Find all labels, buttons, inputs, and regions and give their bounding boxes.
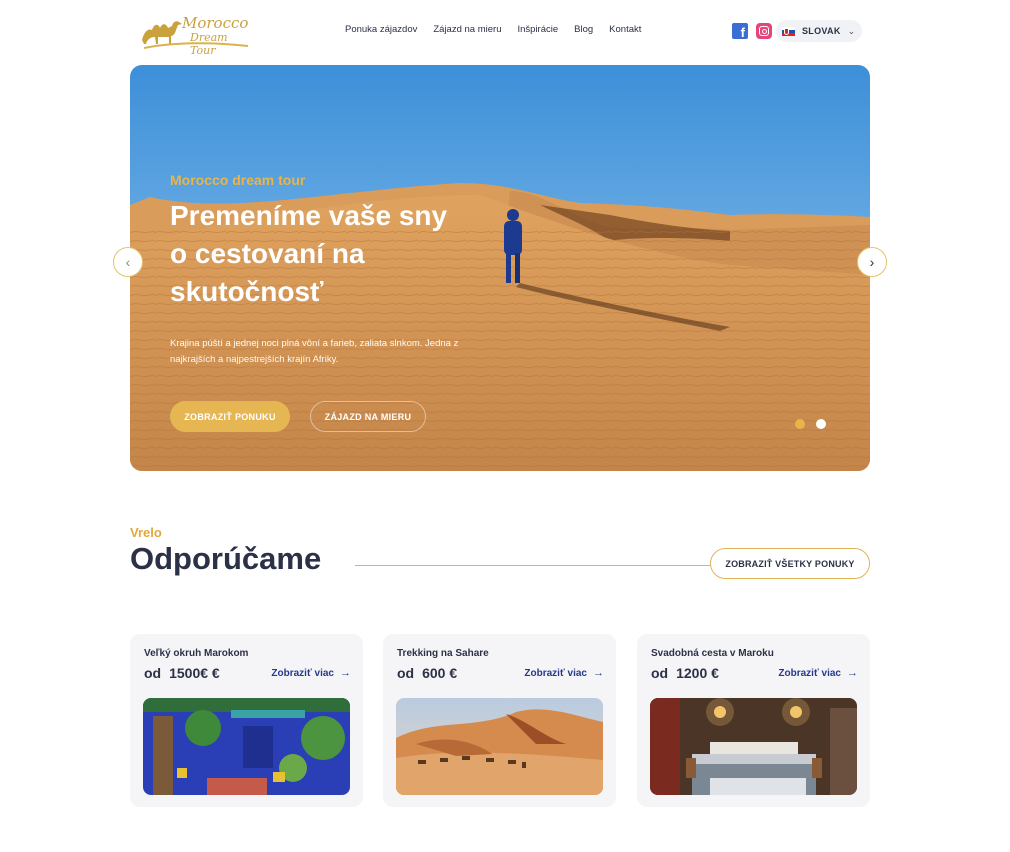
arrow-right-icon: → xyxy=(847,667,858,679)
section-kicker: Vrelo xyxy=(130,525,162,540)
card-title: Veľký okruh Marokom xyxy=(144,648,249,659)
card-price: od 1200 € xyxy=(651,665,719,681)
social-links: f xyxy=(732,23,772,39)
main-nav: Ponuka zájazdov Zájazd na mieru Inšpirác… xyxy=(345,24,641,35)
tour-card[interactable]: Svadobná cesta v Maroku od 1200 € Zobrazi… xyxy=(637,634,870,807)
show-more-label: Zobraziť viac xyxy=(271,667,334,679)
price-prefix: od xyxy=(651,665,669,681)
card-image-bedroom[interactable] xyxy=(650,698,857,795)
nav-item-blog[interactable]: Blog xyxy=(574,24,593,35)
show-more-label: Zobraziť viac xyxy=(778,667,841,679)
logo-sweep xyxy=(144,42,248,49)
price-prefix: od xyxy=(397,665,415,681)
hero-slider: Morocco dream tour Premeníme vaše sny o … xyxy=(130,65,870,471)
card-title: Trekking na Sahare xyxy=(397,648,489,659)
hero-title: Premeníme vaše sny o cestovaní na skutoč… xyxy=(170,200,448,307)
show-more-link[interactable]: Zobraziť viac → xyxy=(271,667,351,679)
card-image-majorelle[interactable] xyxy=(143,698,350,795)
section-title: Odporúčame xyxy=(130,541,322,576)
hero-kicker: Morocco dream tour xyxy=(170,172,306,188)
price-value: 600 € xyxy=(422,665,458,681)
language-label: SLOVAK xyxy=(802,26,841,36)
logo-text: Morocco xyxy=(182,14,249,32)
nav-item-offers[interactable]: Ponuka zájazdov xyxy=(345,24,417,35)
price-value: 1200 € xyxy=(676,665,719,681)
show-more-link[interactable]: Zobraziť viac → xyxy=(778,667,858,679)
hero-description: Krajina púští a jednej noci plná vôní a … xyxy=(170,338,459,365)
chevron-left-icon: ‹ xyxy=(125,254,131,270)
section-divider xyxy=(355,565,711,566)
card-price: od 1500€ € xyxy=(144,665,220,681)
slovakia-flag-icon xyxy=(782,26,795,36)
site-logo[interactable]: Morocco Dream Tour xyxy=(138,12,250,57)
show-more-label: Zobraziť viac xyxy=(524,667,587,679)
nav-item-custom-tour[interactable]: Zájazd na mieru xyxy=(433,24,501,35)
card-price: od 600 € xyxy=(397,665,457,681)
language-selector[interactable]: SLOVAK ⌄ xyxy=(776,20,862,42)
price-prefix: od xyxy=(144,665,162,681)
slider-prev-button[interactable]: ‹ xyxy=(113,247,143,277)
price-value: 1500€ € xyxy=(169,665,220,681)
nav-item-contact[interactable]: Kontakt xyxy=(609,24,641,35)
arrow-right-icon: → xyxy=(340,667,351,679)
card-image-sahara[interactable] xyxy=(396,698,603,795)
show-all-offers-button[interactable]: ZOBRAZIŤ VŠETKY PONUKY xyxy=(710,548,870,579)
card-title: Svadobná cesta v Maroku xyxy=(651,648,774,659)
arrow-right-icon: → xyxy=(593,667,604,679)
nav-item-inspiration[interactable]: Inšpirácie xyxy=(517,24,558,35)
chevron-down-icon: ⌄ xyxy=(847,25,856,36)
chevron-right-icon: › xyxy=(869,254,875,270)
custom-tour-button[interactable]: ZÁJAZD NA MIERU xyxy=(310,401,426,432)
tour-card[interactable]: Veľký okruh Marokom od 1500€ € Zobraziť v… xyxy=(130,634,363,807)
slider-dot-1[interactable] xyxy=(795,419,805,429)
show-offers-button[interactable]: ZOBRAZIŤ PONUKU xyxy=(170,401,290,432)
facebook-icon[interactable]: f xyxy=(732,23,748,39)
show-more-link[interactable]: Zobraziť viac → xyxy=(524,667,604,679)
instagram-icon[interactable] xyxy=(756,23,772,39)
tour-card[interactable]: Trekking na Sahare od 600 € Zobraziť viac… xyxy=(383,634,616,807)
slider-next-button[interactable]: › xyxy=(857,247,887,277)
slider-dot-2[interactable] xyxy=(816,419,826,429)
